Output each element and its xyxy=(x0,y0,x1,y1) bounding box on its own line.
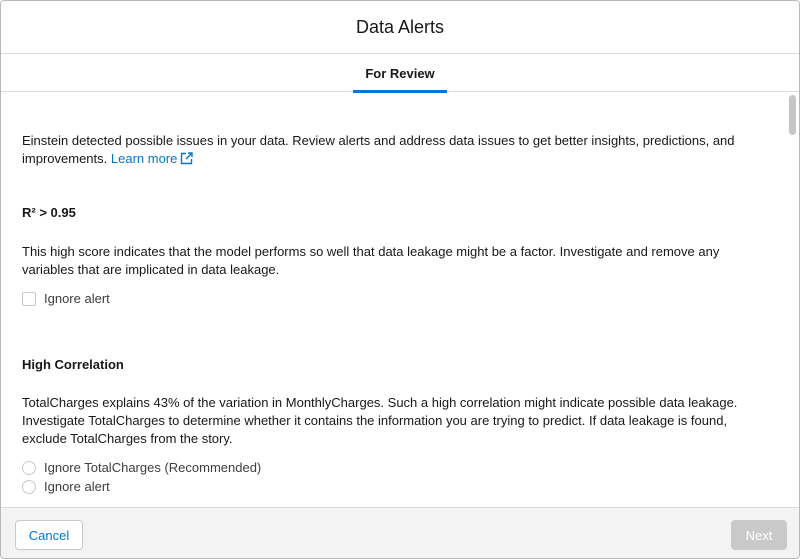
modal-header: Data Alerts xyxy=(1,1,799,54)
modal-footer: Cancel Next xyxy=(1,507,799,558)
tab-label: For Review xyxy=(365,65,435,81)
learn-more-link[interactable]: Learn more xyxy=(110,151,194,166)
external-link-icon xyxy=(180,152,194,170)
tab-bar: For Review xyxy=(1,54,799,93)
ignore-alert-radio-row[interactable]: Ignore alert xyxy=(22,479,110,494)
alert-title-r-squared: R² > 0.95 xyxy=(22,205,76,220)
vertical-scrollbar[interactable] xyxy=(789,95,797,505)
ignore-alert-radio[interactable] xyxy=(22,479,36,494)
ignore-totalcharges-radio-row[interactable]: Ignore TotalCharges (Recommended) xyxy=(22,460,261,475)
next-button[interactable]: Next xyxy=(731,520,787,550)
learn-more-label: Learn more xyxy=(110,151,178,166)
alert-description-r-squared: This high score indicates that the model… xyxy=(22,244,720,277)
modal-body[interactable]: Einstein detected possible issues in you… xyxy=(1,93,799,507)
scrollbar-thumb[interactable] xyxy=(789,95,796,135)
modal-title: Data Alerts xyxy=(355,16,445,37)
ignore-alert-checkbox-label: Ignore alert xyxy=(44,291,110,306)
alert-title-high-correlation: High Correlation xyxy=(22,357,124,372)
ignore-totalcharges-radio[interactable] xyxy=(22,460,36,475)
ignore-totalcharges-label: Ignore TotalCharges (Recommended) xyxy=(44,460,262,475)
cancel-button[interactable]: Cancel xyxy=(15,520,83,550)
data-alerts-modal: Data Alerts For Review Einstein detected… xyxy=(0,0,800,559)
tab-for-review[interactable]: For Review xyxy=(353,54,448,93)
ignore-alert-checkbox-row[interactable]: Ignore alert xyxy=(22,291,110,306)
ignore-alert-checkbox[interactable] xyxy=(22,291,36,306)
alert-description-high-correlation: TotalCharges explains 43% of the variati… xyxy=(22,395,738,446)
ignore-alert-radio-label: Ignore alert xyxy=(44,479,110,494)
intro-text: Einstein detected possible issues in you… xyxy=(22,132,752,170)
